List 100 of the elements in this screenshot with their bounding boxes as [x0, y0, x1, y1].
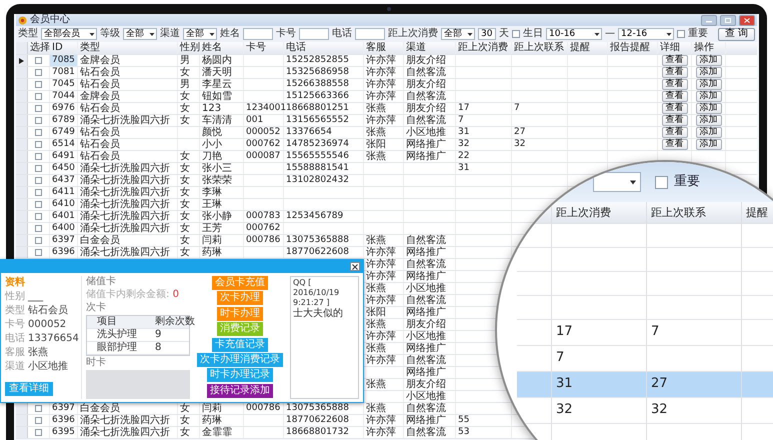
table-cell: 7081	[50, 67, 78, 78]
table-cell: 32	[456, 139, 512, 150]
table-cell: 女	[178, 235, 200, 246]
query-button[interactable]: 查 询	[718, 28, 755, 40]
notes-box[interactable]: QQ [ 2016/10/19 9:21:27 ] 士大夫似的	[290, 276, 359, 399]
table-cell: 张燕	[364, 235, 404, 246]
row-checkbox[interactable]	[35, 93, 42, 100]
table-cell: 张燕	[364, 103, 404, 114]
checkbox-label: 重要	[674, 174, 700, 190]
table-cell: 7	[512, 103, 568, 114]
add-button[interactable]: 添加	[696, 139, 722, 150]
table-cell: 许亦萍	[364, 415, 404, 426]
input-field[interactable]: 30	[478, 28, 496, 40]
close-icon	[352, 264, 358, 270]
row-header[interactable]	[16, 55, 28, 66]
field-value: 张燕	[28, 347, 48, 359]
checkbox[interactable]	[655, 176, 668, 188]
view-button[interactable]: 查看	[662, 55, 688, 66]
view-button[interactable]: 查看	[662, 79, 688, 90]
selected-row[interactable]: 31 27	[517, 372, 773, 398]
add-button[interactable]: 添加	[696, 79, 722, 90]
table-cell: 钮如雪	[200, 91, 244, 102]
row-checkbox[interactable]	[35, 57, 42, 64]
view-button[interactable]: 查看	[662, 103, 688, 114]
input-field[interactable]	[299, 28, 329, 40]
table-cell: 女	[178, 175, 200, 186]
table-cell: 13156565552	[284, 115, 364, 126]
maximize-button[interactable]	[720, 14, 736, 26]
field-value: 钻石会员	[28, 305, 68, 317]
column-header: 渠道	[404, 42, 456, 54]
table-cell: 网络推广	[404, 151, 456, 162]
view-button[interactable]: 查看	[662, 67, 688, 78]
table-cell: 13102802432	[284, 175, 364, 186]
view-button[interactable]: 查看	[662, 115, 688, 126]
input-field[interactable]	[243, 28, 273, 40]
table-cell: 男	[178, 55, 200, 66]
row-checkbox[interactable]	[35, 105, 42, 112]
row-checkbox[interactable]	[35, 201, 42, 208]
caret-icon	[88, 30, 96, 38]
row-checkbox[interactable]	[35, 225, 42, 232]
input-field[interactable]	[355, 28, 385, 40]
table-cell: 7045	[50, 79, 78, 90]
row-checkbox[interactable]	[35, 417, 42, 424]
row-checkbox[interactable]	[35, 249, 42, 256]
table-cell: 李琳	[200, 187, 244, 198]
table-cell: 钻石会员	[78, 127, 178, 138]
table-cell: 27	[512, 127, 568, 138]
row-checkbox[interactable]	[35, 189, 42, 196]
dropdown-field[interactable]: 全部	[183, 28, 217, 40]
add-button[interactable]: 添加	[696, 115, 722, 126]
action-button[interactable]: 接待记录添加	[207, 384, 273, 398]
row-checkbox[interactable]	[35, 153, 42, 160]
add-button[interactable]: 添加	[696, 103, 722, 114]
add-button[interactable]: 添加	[696, 127, 722, 138]
caret-icon	[148, 30, 156, 38]
dropdown-field[interactable]: 全部会员	[41, 28, 97, 40]
row-checkbox[interactable]	[35, 213, 42, 220]
window-title: 会员中心	[30, 14, 70, 26]
table-cell: 自然客流	[404, 235, 456, 246]
dropdown-field[interactable]	[593, 172, 641, 192]
table-cell: 7	[552, 346, 647, 371]
add-button[interactable]: 添加	[696, 67, 722, 78]
row-checkbox[interactable]	[35, 129, 42, 136]
dropdown-field[interactable]: 全部	[441, 28, 475, 40]
add-button[interactable]: 添加	[696, 55, 722, 66]
view-button[interactable]: 查看	[662, 127, 688, 138]
row-checkbox[interactable]	[35, 81, 42, 88]
table-cell: 女	[178, 115, 200, 126]
row-checkbox[interactable]	[35, 117, 42, 124]
row-checkbox[interactable]	[35, 429, 42, 436]
table-cell: 刀艳	[200, 151, 244, 162]
checkbox[interactable]	[677, 30, 685, 38]
table-cell: 钻石会员	[78, 103, 178, 114]
row-checkbox[interactable]	[35, 69, 42, 76]
row-checkbox[interactable]	[35, 405, 42, 412]
column-header: 剩余次数	[154, 316, 195, 328]
table-cell: 王芳	[200, 223, 244, 234]
row-checkbox[interactable]	[35, 141, 42, 148]
table-cell: 钻石会员	[78, 67, 178, 78]
dropdown-field[interactable]: 全部	[123, 28, 157, 40]
table-cell: 金牌会员	[78, 91, 178, 102]
row-checkbox[interactable]	[35, 237, 42, 244]
minimize-button[interactable]	[701, 14, 717, 26]
close-button[interactable]	[350, 262, 360, 271]
dropdown-field[interactable]: 10-16	[546, 28, 602, 40]
row-checkbox[interactable]	[35, 165, 42, 172]
row-checkbox[interactable]	[35, 177, 42, 184]
table-cell: 涌朵七折洗脸四六折	[78, 199, 178, 210]
table-cell: 6395	[50, 427, 78, 438]
checkbox[interactable]	[512, 30, 520, 38]
table-cell: 杨圆内	[200, 55, 244, 66]
table-cell: 涌朵七折洗脸四六折	[78, 427, 178, 438]
view-button[interactable]: 查看	[662, 91, 688, 102]
view-button[interactable]: 查看	[662, 139, 688, 150]
dropdown-field[interactable]: 12-16	[618, 28, 674, 40]
table-cell: 女	[178, 211, 200, 222]
filter-label: 等级	[100, 28, 120, 40]
column-header: 选择	[28, 42, 50, 54]
add-button[interactable]: 添加	[696, 91, 722, 102]
column-header: 距上次消费	[456, 42, 512, 54]
